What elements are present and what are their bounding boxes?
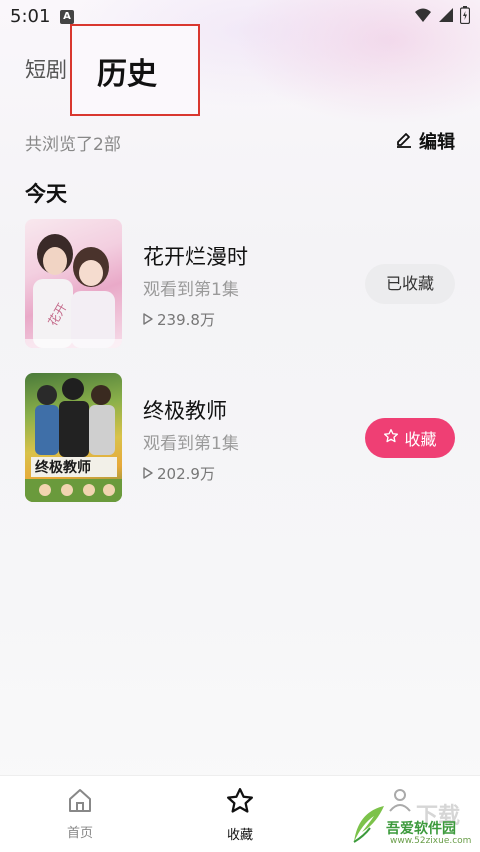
drama-title: 花开烂漫时 (143, 245, 248, 269)
status-icons (414, 6, 470, 24)
watermark: 下载 吾爱软件园 www.52zixue.com (350, 798, 475, 848)
tab-short-drama[interactable]: 短剧 (25, 54, 67, 84)
pencil-icon (395, 130, 413, 152)
history-item[interactable]: 终极教师 终极教师 观看到第1集 202.9万 收藏 (25, 373, 455, 503)
edit-button[interactable]: 编辑 (395, 128, 455, 154)
status-time: 5:01 (10, 6, 51, 27)
edit-label: 编辑 (419, 132, 455, 153)
star-outline-icon (383, 428, 399, 448)
play-icon (143, 465, 153, 483)
play-count: 202.9万 (143, 463, 215, 484)
section-header-today: 今天 (25, 182, 67, 206)
screen: 5:01 A 短剧 历史 共浏览了2部 编辑 今天 花开 花开烂漫时 观看到第1… (0, 0, 480, 852)
star-icon (225, 788, 255, 820)
play-icon (143, 311, 153, 329)
nav-favorites[interactable]: 收藏 (200, 786, 280, 843)
play-count-value: 239.8万 (157, 311, 215, 329)
play-count-value: 202.9万 (157, 465, 215, 483)
home-icon (66, 789, 94, 818)
collect-button[interactable]: 收藏 (365, 418, 455, 458)
notification-a-icon: A (60, 10, 74, 24)
drama-title: 终极教师 (143, 399, 227, 423)
watermark-text: 吾爱软件园 (386, 821, 456, 837)
watch-progress: 观看到第1集 (143, 434, 239, 454)
tab-history[interactable]: 历史 (97, 49, 157, 93)
play-count: 239.8万 (143, 309, 215, 330)
svg-text:终极教师: 终极教师 (35, 459, 91, 476)
nav-favorites-label: 收藏 (226, 828, 253, 843)
watch-progress: 观看到第1集 (143, 280, 239, 300)
collected-button[interactable]: 已收藏 (365, 264, 455, 304)
history-item[interactable]: 花开 花开烂漫时 观看到第1集 239.8万 已收藏 (25, 219, 455, 349)
watermark-url: www.52zixue.com (390, 836, 472, 846)
nav-home-label: 首页 (66, 826, 93, 841)
drama-poster[interactable]: 终极教师 (25, 373, 122, 502)
nav-home[interactable]: 首页 (40, 786, 120, 841)
battery-icon (460, 6, 470, 24)
wifi-icon (414, 7, 432, 23)
collect-label: 收藏 (404, 430, 437, 449)
browsed-count-text: 共浏览了2部 (25, 135, 121, 155)
drama-poster[interactable]: 花开 (25, 219, 122, 348)
signal-icon (438, 7, 454, 23)
